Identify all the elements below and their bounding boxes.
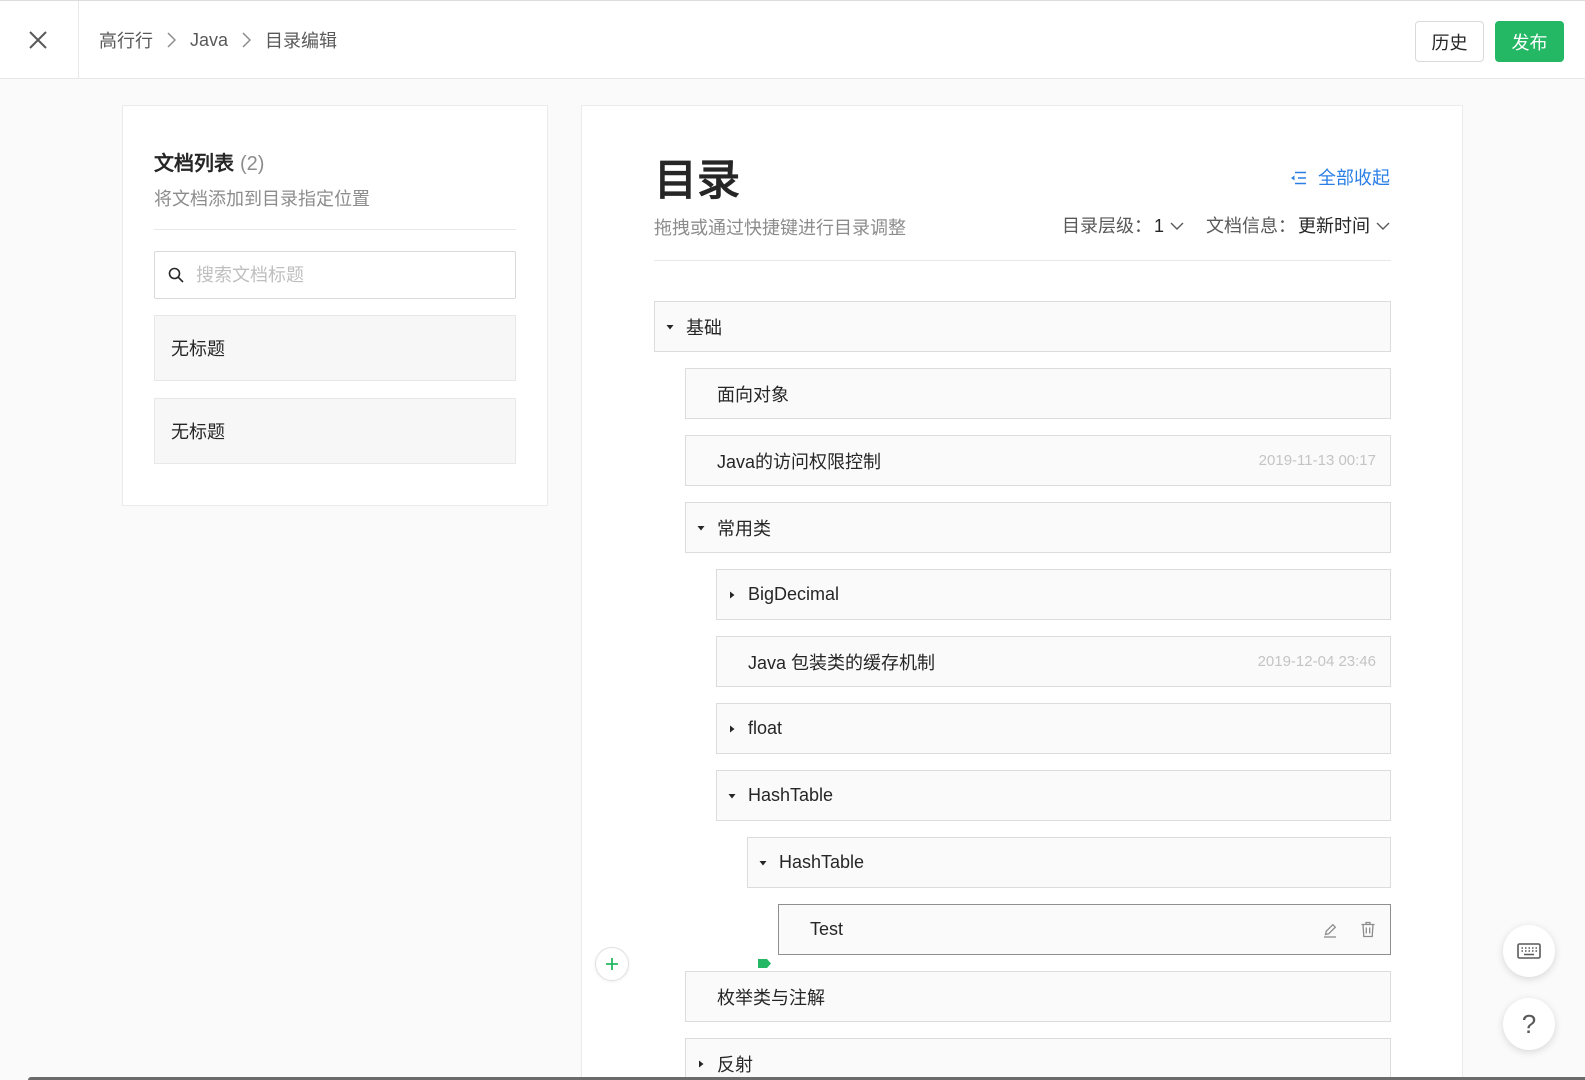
- doc-list-item-title: 无标题: [171, 422, 225, 442]
- toc-item-actions: [1322, 921, 1376, 938]
- breadcrumb: 高行行 Java 目录编辑: [99, 1, 337, 79]
- toc-panel: 目录 全部收起 拖拽或通过快捷键进行目录调整 目录层级： 1 文档信息： 更新时…: [581, 105, 1463, 1080]
- doc-info-dropdown[interactable]: 文档信息： 更新时间: [1206, 215, 1390, 237]
- toc-item-title: 基础: [686, 317, 722, 338]
- toc-item-title: float: [748, 718, 783, 738]
- doc-list-item-title: 无标题: [171, 339, 225, 359]
- breadcrumb-item-book[interactable]: Java: [190, 30, 228, 51]
- toc-item[interactable]: 基础: [654, 301, 1391, 352]
- edit-icon[interactable]: [1322, 922, 1338, 938]
- top-bar: 高行行 Java 目录编辑 历史 发布: [0, 0, 1585, 79]
- doc-list-title-text: 文档列表: [154, 153, 234, 175]
- keyboard-icon: [1517, 943, 1541, 959]
- toc-item[interactable]: HashTable: [747, 837, 1391, 888]
- doc-list-panel: 文档列表 (2) 将文档添加到目录指定位置 无标题 无标题: [122, 105, 548, 506]
- caret-down-icon[interactable]: [664, 321, 675, 332]
- toc-item[interactable]: Java 包装类的缓存机制 2019-12-04 23:46: [716, 636, 1391, 687]
- toc-item[interactable]: 枚举类与注解: [685, 971, 1391, 1022]
- doc-info-value: 更新时间: [1298, 216, 1370, 236]
- toc-subtitle: 拖拽或通过快捷键进行目录调整: [654, 218, 906, 238]
- toc-item[interactable]: HashTable: [716, 770, 1391, 821]
- caret-down-icon[interactable]: [757, 857, 768, 868]
- caret-right-icon[interactable]: [726, 589, 737, 600]
- doc-list-title: 文档列表 (2): [154, 152, 264, 176]
- toc-item-title: HashTable: [748, 785, 834, 805]
- plus-icon: [605, 957, 619, 971]
- header-divider: [78, 1, 79, 79]
- collapse-list-icon: [1290, 171, 1306, 185]
- doc-list-item[interactable]: 无标题: [154, 398, 516, 464]
- toc-controls: 目录层级： 1 文档信息： 更新时间: [1062, 215, 1390, 237]
- chevron-right-icon: [242, 32, 252, 48]
- toc-item-title: 反射: [717, 1054, 753, 1075]
- delete-icon[interactable]: [1360, 921, 1376, 938]
- doc-list-item[interactable]: 无标题: [154, 315, 516, 381]
- divider: [654, 260, 1391, 261]
- toc-item-title: 常用类: [717, 518, 771, 539]
- toc-item-title: Test: [810, 919, 844, 939]
- chevron-down-icon: [1376, 222, 1390, 230]
- toc-item[interactable]: Test: [778, 904, 1391, 955]
- caret-down-icon[interactable]: [726, 790, 737, 801]
- doc-list-subtitle: 将文档添加到目录指定位置: [154, 189, 370, 209]
- toc-item-date: 2019-12-04 23:46: [1257, 653, 1376, 670]
- publish-button[interactable]: 发布: [1495, 21, 1564, 62]
- chevron-right-icon: [167, 32, 176, 48]
- caret-down-icon[interactable]: [695, 522, 706, 533]
- history-button[interactable]: 历史: [1415, 21, 1484, 62]
- toc-item-title: 枚举类与注解: [717, 987, 825, 1008]
- chevron-down-icon: [1170, 222, 1184, 230]
- toc-item-title: BigDecimal: [748, 584, 840, 604]
- level-dropdown[interactable]: 目录层级： 1: [1062, 215, 1184, 237]
- toc-item[interactable]: 常用类: [685, 502, 1391, 553]
- toc-item-title: Java的访问权限控制: [717, 451, 882, 472]
- toc-item-title: Java 包装类的缓存机制: [748, 652, 936, 673]
- toc-item[interactable]: BigDecimal: [716, 569, 1391, 620]
- level-label: 目录层级：: [1061, 216, 1152, 236]
- toc-item-title: HashTable: [779, 852, 865, 872]
- toc-item-title: 面向对象: [717, 384, 789, 405]
- caret-right-icon[interactable]: [695, 1058, 706, 1069]
- collapse-all-label: 全部收起: [1318, 168, 1390, 188]
- help-button[interactable]: ?: [1503, 998, 1555, 1050]
- keyboard-shortcuts-button[interactable]: [1503, 925, 1555, 977]
- collapse-all-button[interactable]: 全部收起: [1290, 167, 1390, 189]
- level-value: 1: [1153, 216, 1164, 236]
- add-item-button[interactable]: [595, 947, 629, 981]
- divider: [154, 229, 516, 230]
- toc-item-date: 2019-11-13 00:17: [1258, 452, 1376, 469]
- doc-info-label: 文档信息：: [1206, 216, 1296, 236]
- breadcrumb-item-space[interactable]: 高行行: [99, 27, 153, 53]
- toc-item[interactable]: float: [716, 703, 1391, 754]
- search-box[interactable]: [154, 251, 516, 299]
- close-icon: [29, 31, 47, 49]
- search-input[interactable]: [194, 263, 498, 287]
- caret-right-icon[interactable]: [726, 723, 737, 734]
- help-label: ?: [1521, 1008, 1537, 1039]
- toc-item[interactable]: 面向对象: [685, 368, 1391, 419]
- close-button[interactable]: [18, 20, 58, 60]
- doc-list-count: (2): [240, 153, 265, 175]
- page-title: 目录: [654, 157, 740, 205]
- toc-item[interactable]: Java的访问权限控制 2019-11-13 00:17: [685, 435, 1391, 486]
- breadcrumb-item-current: 目录编辑: [265, 31, 338, 51]
- toc-item[interactable]: 反射: [685, 1038, 1391, 1080]
- drop-marker-icon: [758, 959, 771, 968]
- search-icon: [168, 267, 184, 283]
